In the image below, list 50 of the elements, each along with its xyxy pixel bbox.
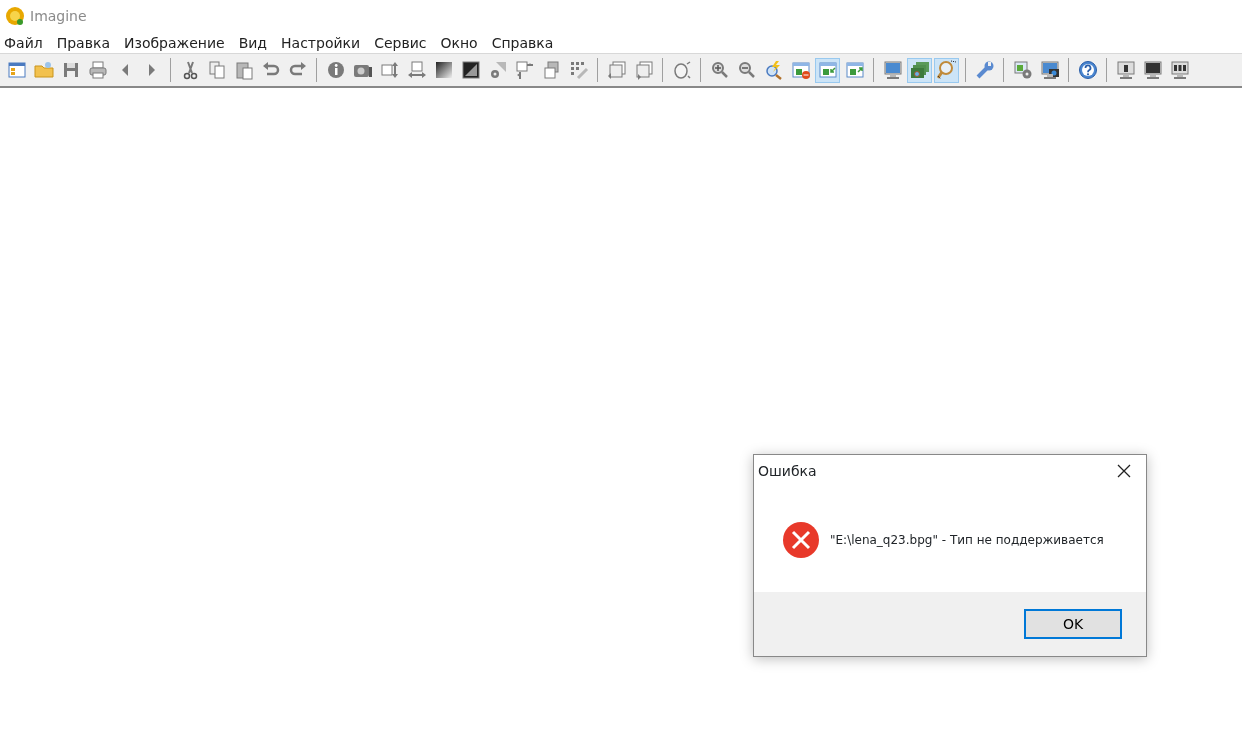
stacked-slides-icon [909,60,930,80]
left-triangle-icon [121,64,128,76]
magnifying-glass-icon [936,60,957,80]
close-icon [1117,464,1131,478]
menu-item[interactable]: Файл [2,32,50,53]
picture-left-arrow-icon [606,60,627,80]
menu-item[interactable]: Окно [438,32,485,53]
window-expand-icon [844,60,865,80]
menu-item[interactable]: Изображение [121,32,232,53]
stacked-pictures-icon [541,60,562,80]
info-icon [325,60,346,80]
monitor-icon [1115,60,1136,80]
dialog-title: Ошибка [758,461,817,481]
picture-horizontal-arrows-icon [406,60,427,80]
app-icon [4,5,26,27]
menu-item[interactable]: Настройки [279,32,368,53]
picture-vertical-arrows-icon [379,60,400,80]
help-icon [1077,60,1098,80]
monitor-icon [1169,60,1190,80]
window-stop-icon [790,60,811,80]
monitor-icon [882,60,903,80]
grid-brush-icon [568,60,589,80]
menu-item[interactable]: Сервис [372,32,434,53]
gradient-icon [433,60,454,80]
magnifier-minus-icon [736,60,757,80]
pages-icon [206,60,227,80]
window-gear-icon [1012,60,1033,80]
dark-square-icon [460,60,481,80]
magnifying-glass-button[interactable] [934,57,959,83]
clipboard-icon [233,60,254,80]
printer-icon [87,60,108,80]
lightning-magnifier-icon [763,60,784,80]
right-triangle-icon [148,64,155,76]
wrench-icon [974,60,995,80]
ok-button[interactable]: OK [1024,609,1122,639]
error-message: "E:\lena_q23.bpg" - Тип не поддерживается [830,531,1104,549]
browser-window-icon [6,60,27,80]
window-title: Imagine [30,6,87,26]
window-shrink-icon [817,60,838,80]
monitor-icon [1142,60,1163,80]
menu-item[interactable]: Справка [489,32,561,53]
error-icon [782,520,820,559]
menu-item[interactable]: Правка [54,32,117,53]
folder-icon [33,60,54,80]
picture-right-arrow-icon [633,60,654,80]
stacked-slides-button[interactable] [907,57,932,83]
window-shrink-button[interactable] [815,57,840,83]
menu-item[interactable]: Вид [236,32,275,53]
monitor-camera-icon [1039,60,1060,80]
magnifier-plus-icon [709,60,730,80]
